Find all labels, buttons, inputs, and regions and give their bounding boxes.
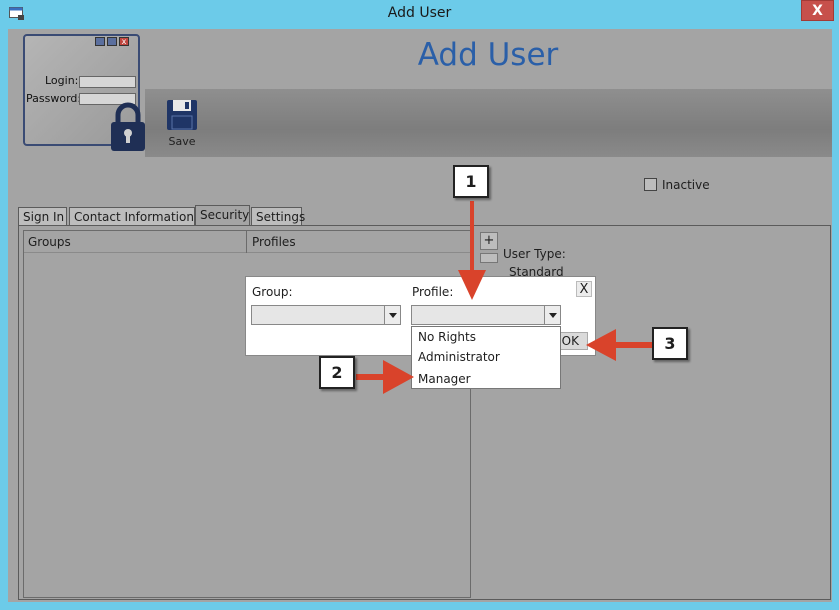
remove-group-button[interactable]	[480, 253, 498, 263]
window-title: Add User	[387, 5, 452, 21]
save-button-label: Save	[168, 135, 196, 148]
grid-header: Groups Profiles	[24, 231, 470, 253]
add-user-window: Add User X x Login: Password: Add User S…	[0, 0, 839, 610]
tab-sign-in[interactable]: Sign In	[18, 207, 67, 226]
dropdown-option-administrator[interactable]: Administrator	[418, 350, 500, 364]
group-combobox[interactable]	[251, 305, 401, 325]
inactive-checkbox[interactable]	[644, 178, 657, 191]
user-type-label: User Type:	[503, 247, 566, 261]
tab-security[interactable]: Security	[195, 205, 250, 226]
column-separator[interactable]	[246, 231, 247, 253]
thumb-login-field	[79, 76, 136, 88]
group-label: Group:	[252, 285, 293, 299]
window-close-button[interactable]: X	[801, 0, 834, 21]
thumb-maximize-icon	[107, 37, 117, 46]
column-header-groups[interactable]: Groups	[28, 235, 71, 249]
thumb-close-icon: x	[119, 37, 129, 46]
callout-2: 2	[319, 356, 355, 389]
lock-icon	[111, 102, 145, 151]
profile-combobox[interactable]	[411, 305, 561, 325]
tab-contact-information[interactable]: Contact Information	[69, 207, 195, 226]
profile-dropdown-list: No Rights Administrator Manager	[411, 326, 561, 389]
title-bar[interactable]: Add User X	[0, 0, 839, 29]
dropdown-option-no-rights[interactable]: No Rights	[418, 330, 476, 344]
profile-label: Profile:	[412, 285, 454, 299]
dropdown-option-manager[interactable]: Manager	[418, 372, 471, 386]
save-button[interactable]: Save	[165, 99, 199, 149]
callout-1: 1	[453, 165, 489, 198]
inactive-label: Inactive	[662, 178, 710, 192]
tab-settings[interactable]: Settings	[251, 207, 305, 226]
toolbar-ribbon: Save	[145, 89, 832, 157]
thumb-login-label: Login:	[45, 74, 79, 87]
thumb-password-label: Password:	[26, 92, 82, 105]
thumb-title-bar: x	[25, 36, 138, 48]
column-header-profiles[interactable]: Profiles	[252, 235, 296, 249]
group-dropdown-arrow[interactable]	[384, 306, 400, 324]
page-title: Add User	[417, 37, 559, 73]
floppy-disk-icon	[167, 100, 197, 130]
dialog-close-button[interactable]: X	[576, 281, 592, 297]
thumb-minimize-icon	[95, 37, 105, 46]
add-group-button[interactable]: +	[480, 232, 498, 250]
chevron-down-icon	[548, 312, 557, 318]
chevron-down-icon	[388, 312, 397, 318]
callout-3: 3	[652, 327, 688, 360]
profile-dropdown-arrow[interactable]	[544, 306, 560, 324]
